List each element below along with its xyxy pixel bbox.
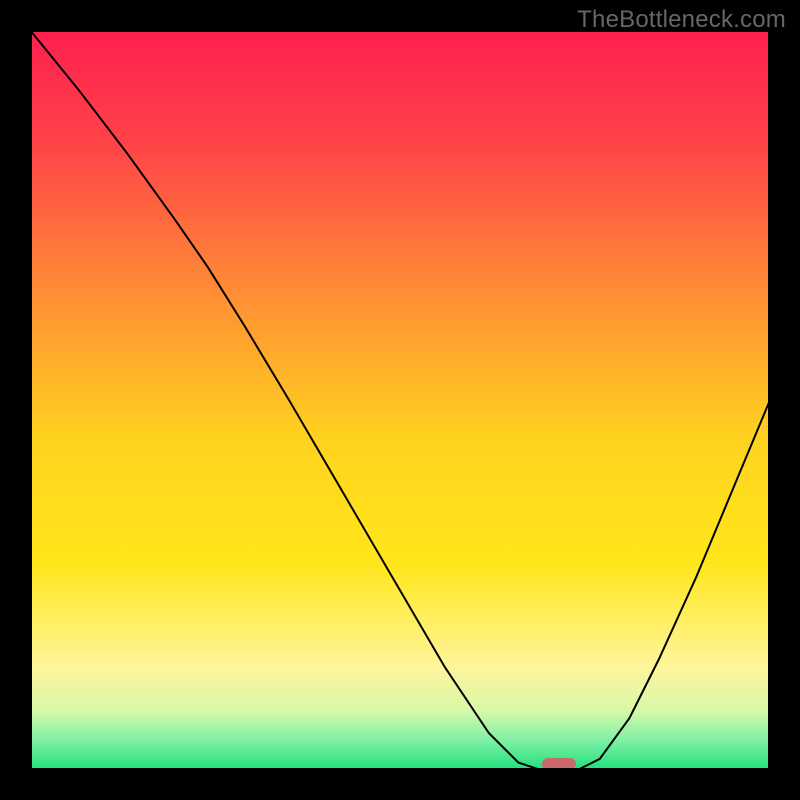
bottleneck-curve [30, 30, 770, 770]
stage: TheBottleneck.com [0, 0, 800, 800]
optimum-marker [542, 758, 576, 770]
watermark-text: TheBottleneck.com [577, 6, 786, 34]
chart-frame [30, 30, 770, 770]
